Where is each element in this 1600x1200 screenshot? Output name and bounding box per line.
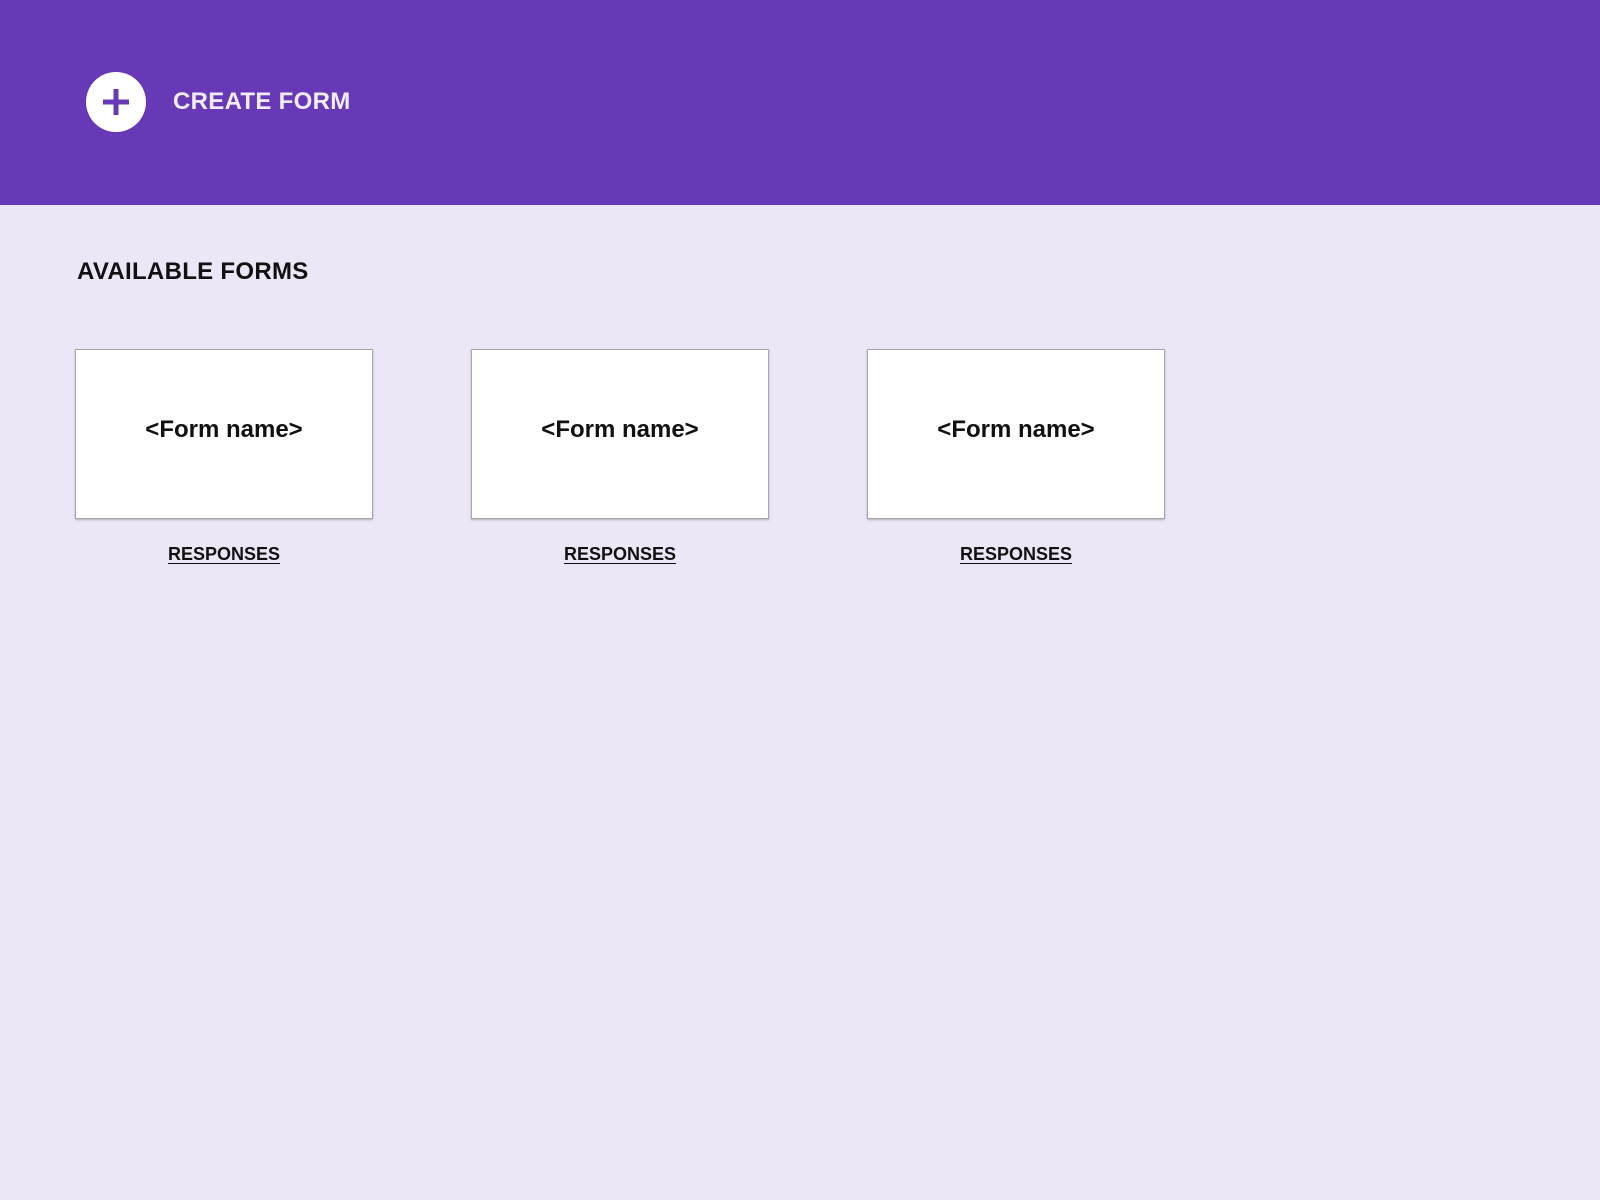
form-card[interactable]: <Form name>	[75, 349, 373, 519]
form-name: <Form name>	[541, 416, 699, 443]
form-name: <Form name>	[145, 416, 303, 443]
form-card[interactable]: <Form name>	[471, 349, 769, 519]
create-form-button[interactable]: CREATE FORM	[86, 72, 351, 132]
responses-link[interactable]: RESPONSES	[564, 544, 676, 565]
form-item: <Form name> RESPONSES	[471, 349, 769, 565]
app-header: CREATE FORM	[0, 0, 1600, 205]
responses-link[interactable]: RESPONSES	[960, 544, 1072, 565]
create-form-label[interactable]: CREATE FORM	[173, 88, 351, 116]
form-item: <Form name> RESPONSES	[75, 349, 373, 565]
forms-list: <Form name> RESPONSES <Form name> RESPON…	[75, 349, 1263, 565]
form-card[interactable]: <Form name>	[867, 349, 1165, 519]
form-item: <Form name> RESPONSES	[867, 349, 1165, 565]
form-name: <Form name>	[937, 416, 1095, 443]
plus-icon[interactable]	[86, 72, 146, 132]
responses-link[interactable]: RESPONSES	[168, 544, 280, 565]
section-title: AVAILABLE FORMS	[77, 258, 309, 285]
